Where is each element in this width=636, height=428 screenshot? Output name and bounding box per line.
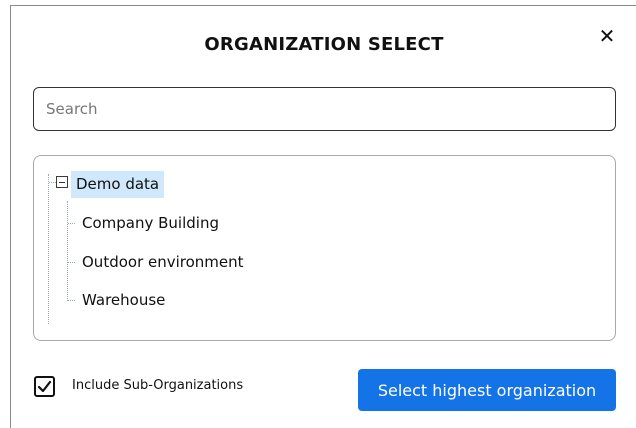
- tree-guide-connector: [68, 262, 75, 263]
- organization-select-dialog: ORGANIZATION SELECT ✕ Demo data Company …: [10, 5, 636, 428]
- tree-node-company-building[interactable]: Company Building: [82, 211, 219, 235]
- select-highest-organization-button[interactable]: Select highest organization: [358, 369, 616, 411]
- include-sub-organizations-label: Include Sub-Organizations: [72, 378, 244, 393]
- tree-guide-line: [48, 174, 49, 324]
- tree-root-node[interactable]: Demo data: [71, 171, 165, 198]
- tree-guide-connector: [68, 223, 75, 224]
- tree-node-warehouse[interactable]: Warehouse: [82, 288, 165, 312]
- minus-square-icon[interactable]: [56, 176, 68, 188]
- tree-guide-line-children: [67, 201, 68, 301]
- search-input[interactable]: [33, 87, 616, 131]
- tree-guide-connector: [49, 182, 56, 183]
- close-icon[interactable]: ✕: [596, 25, 618, 47]
- checkmark-icon: [37, 380, 52, 393]
- include-sub-organizations-checkbox[interactable]: [34, 376, 55, 397]
- organization-tree: Demo data Company Building Outdoor envir…: [33, 155, 616, 341]
- tree-node-outdoor-environment[interactable]: Outdoor environment: [82, 250, 244, 274]
- tree-guide-connector: [68, 300, 75, 301]
- dialog-title: ORGANIZATION SELECT: [204, 34, 444, 55]
